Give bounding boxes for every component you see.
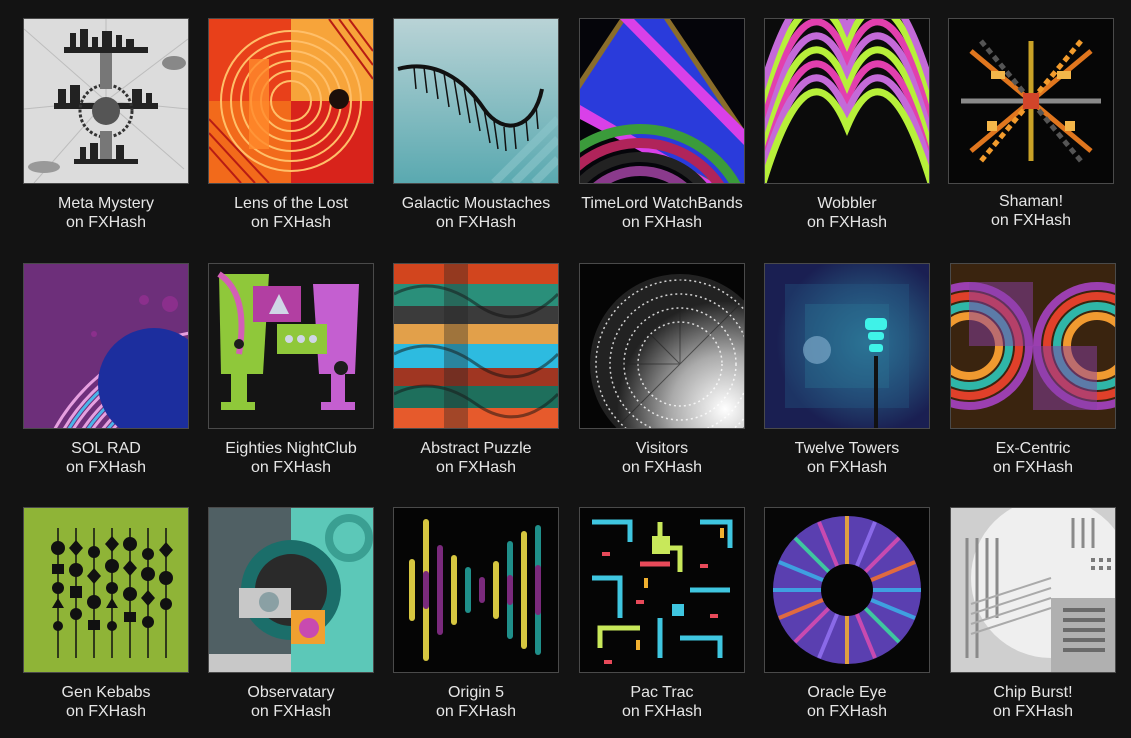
artwork-platform: on FXHash — [621, 703, 703, 720]
artwork-card-meta-mystery[interactable]: Meta Mystery on FXHash — [23, 18, 189, 232]
artwork-platform: on FXHash — [435, 703, 517, 720]
artwork-thumbnail[interactable] — [23, 263, 189, 429]
artwork-platform: on FXHash — [250, 703, 332, 720]
artwork-platform: on FXHash — [806, 703, 888, 720]
artwork-title[interactable]: Galactic Moustaches — [393, 194, 559, 213]
artwork-platform: on FXHash — [435, 459, 517, 476]
artwork-card-oracle-eye[interactable]: Oracle Eye on FXHash — [764, 507, 930, 721]
artwork-card-galactic-moustaches[interactable]: Galactic Moustaches on FXHash — [393, 18, 559, 232]
artwork-title[interactable]: Lens of the Lost — [208, 194, 374, 213]
artwork-thumbnail[interactable] — [579, 263, 745, 429]
artwork-title[interactable]: Wobbler — [764, 194, 930, 213]
artwork-card-wobbler[interactable]: Wobbler on FXHash — [764, 18, 930, 232]
artwork-thumbnail[interactable] — [393, 18, 559, 184]
artwork-card-observatary[interactable]: Observatary on FXHash — [208, 507, 374, 721]
artwork-title[interactable]: Observatary — [208, 683, 374, 702]
artwork-title[interactable]: Twelve Towers — [764, 439, 930, 458]
artwork-title[interactable]: TimeLord WatchBands — [579, 194, 745, 213]
artwork-platform: on FXHash — [990, 212, 1072, 229]
artwork-title[interactable]: SOL RAD — [23, 439, 189, 458]
artwork-card-lens-of-the-lost[interactable]: Lens of the Lost on FXHash — [208, 18, 374, 232]
artwork-platform: on FXHash — [250, 459, 332, 476]
artwork-card-ex-centric[interactable]: Ex-Centric on FXHash — [950, 263, 1116, 477]
artwork-card-origin-5[interactable]: Origin 5 on FXHash — [393, 507, 559, 721]
artwork-platform: on FXHash — [992, 703, 1074, 720]
artwork-thumbnail[interactable] — [208, 507, 374, 673]
artwork-platform: on FXHash — [621, 459, 703, 476]
artwork-title[interactable]: Shaman! — [948, 192, 1114, 211]
artwork-platform: on FXHash — [806, 459, 888, 476]
artwork-thumbnail[interactable] — [579, 18, 745, 184]
artwork-thumbnail[interactable] — [948, 18, 1114, 184]
artwork-thumbnail[interactable] — [208, 263, 374, 429]
artwork-thumbnail[interactable] — [393, 507, 559, 673]
artwork-thumbnail[interactable] — [579, 507, 745, 673]
artwork-platform: on FXHash — [65, 214, 147, 231]
artwork-card-shaman[interactable]: Shaman! on FXHash — [948, 18, 1114, 230]
artwork-thumbnail[interactable] — [764, 507, 930, 673]
artwork-thumbnail[interactable] — [393, 263, 559, 429]
artwork-title[interactable]: Gen Kebabs — [23, 683, 189, 702]
artwork-platform: on FXHash — [621, 214, 703, 231]
artwork-thumbnail[interactable] — [23, 18, 189, 184]
artwork-title[interactable]: Meta Mystery — [23, 194, 189, 213]
artwork-platform: on FXHash — [992, 459, 1074, 476]
artwork-thumbnail[interactable] — [950, 507, 1116, 673]
artwork-platform: on FXHash — [65, 703, 147, 720]
artwork-title[interactable]: Pac Trac — [579, 683, 745, 702]
artwork-thumbnail[interactable] — [764, 18, 930, 184]
artwork-platform: on FXHash — [806, 214, 888, 231]
artwork-card-chip-burst[interactable]: Chip Burst! on FXHash — [950, 507, 1116, 721]
artwork-platform: on FXHash — [250, 214, 332, 231]
artwork-title[interactable]: Visitors — [579, 439, 745, 458]
artwork-card-twelve-towers[interactable]: Twelve Towers on FXHash — [764, 263, 930, 477]
artwork-thumbnail[interactable] — [764, 263, 930, 429]
artwork-title[interactable]: Chip Burst! — [950, 683, 1116, 702]
artwork-thumbnail[interactable] — [208, 18, 374, 184]
artwork-card-visitors[interactable]: Visitors on FXHash — [579, 263, 745, 477]
artwork-title[interactable]: Oracle Eye — [764, 683, 930, 702]
artwork-card-eighties-nightclub[interactable]: Eighties NightClub on FXHash — [208, 263, 374, 477]
artwork-card-sol-rad[interactable]: SOL RAD on FXHash — [23, 263, 189, 477]
artwork-card-timelord-watchbands[interactable]: TimeLord WatchBands on FXHash — [579, 18, 745, 232]
artwork-title[interactable]: Abstract Puzzle — [393, 439, 559, 458]
artwork-card-pac-trac[interactable]: Pac Trac on FXHash — [579, 507, 745, 721]
artwork-title[interactable]: Origin 5 — [393, 683, 559, 702]
artwork-title[interactable]: Eighties NightClub — [208, 439, 374, 458]
artwork-platform: on FXHash — [65, 459, 147, 476]
artwork-title[interactable]: Ex-Centric — [950, 439, 1116, 458]
artwork-card-abstract-puzzle[interactable]: Abstract Puzzle on FXHash — [393, 263, 559, 477]
artwork-card-gen-kebabs[interactable]: Gen Kebabs on FXHash — [23, 507, 189, 721]
artwork-platform: on FXHash — [435, 214, 517, 231]
artwork-thumbnail[interactable] — [23, 507, 189, 673]
artwork-thumbnail[interactable] — [950, 263, 1116, 429]
